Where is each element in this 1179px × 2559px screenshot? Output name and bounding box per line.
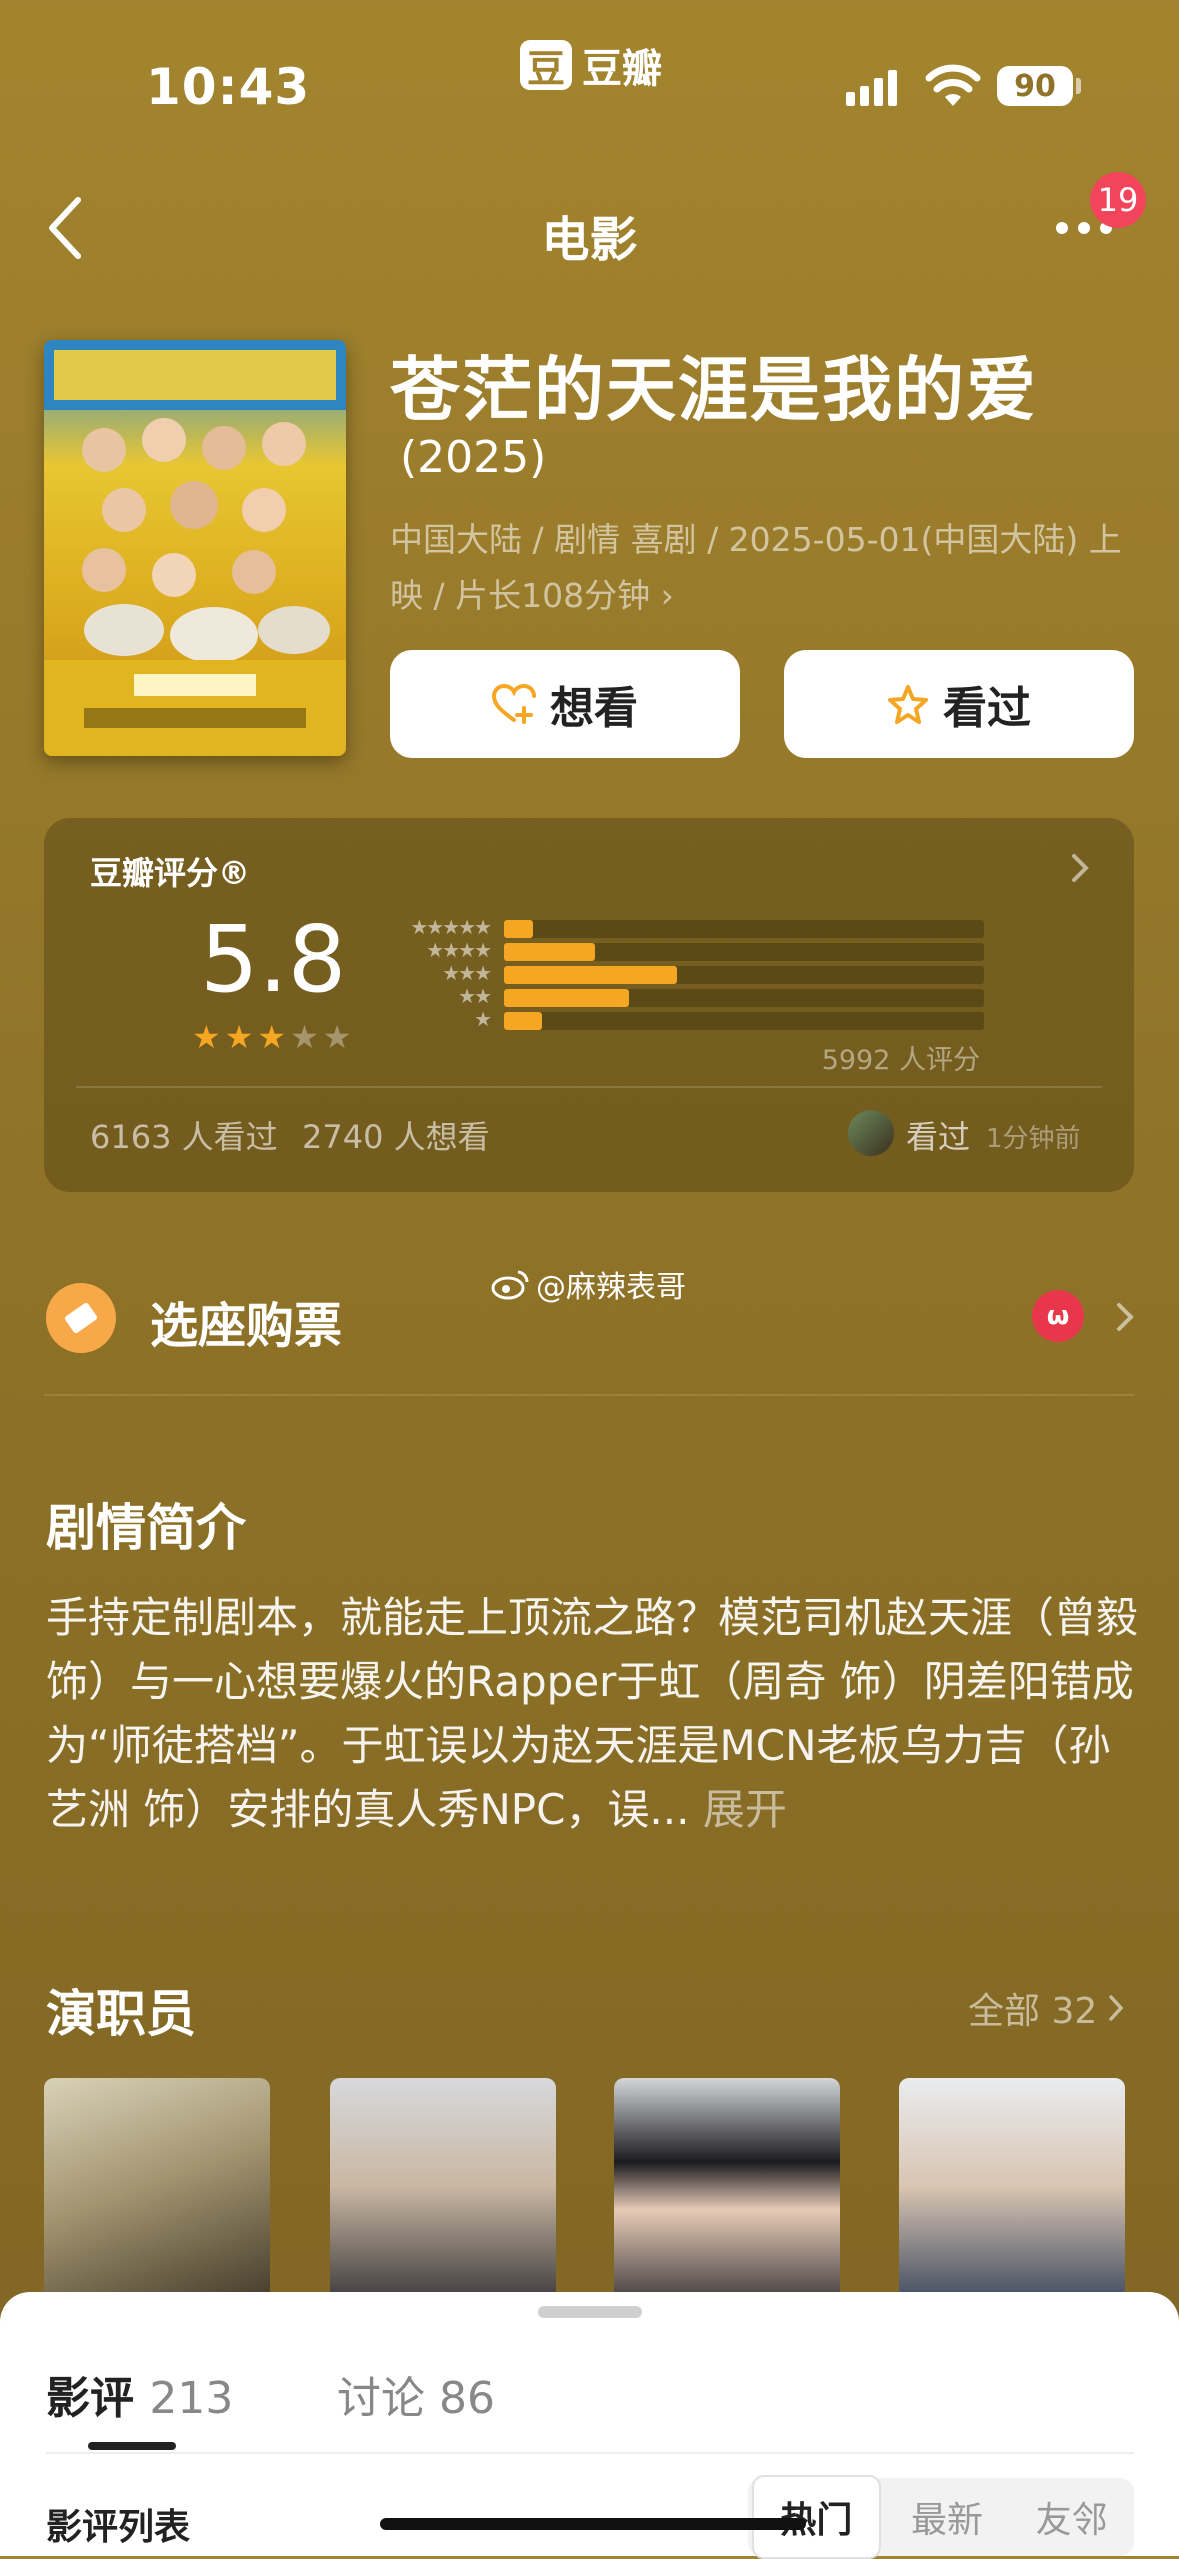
home-indicator [380,2518,806,2530]
rating-bar-fill [504,989,629,1007]
rating-label: 豆瓣评分® [90,854,251,892]
sort-segmented-control[interactable]: 热门 最新 友邻 [748,2475,1134,2559]
maoyan-cat-icon[interactable]: ω [1032,1290,1084,1342]
synopsis-text: 手持定制剧本，就能走上顶流之路？模范司机赵天涯（曾毅 饰）与一心想要爆火的Rap… [46,1586,1146,1842]
battery-icon: 90 [997,66,1073,106]
rating-bar-4 [504,943,984,961]
segment-friends[interactable]: 友邻 [1009,2491,1134,2543]
divider [76,1086,1102,1088]
rating-bar-1 [504,1012,984,1030]
rating-bar-fill [504,920,533,938]
movie-meta[interactable]: 中国大陆 / 剧情 喜剧 / 2025-05-01(中国大陆) 上映 / 片长1… [390,512,1140,624]
poster-art [44,340,346,756]
page-title: 电影 [541,212,638,268]
star-icon: ★ [224,1018,254,1056]
app-logo: 豆 豆瓣 [520,36,662,94]
status-time: 10:43 [146,58,311,116]
heart-plus-icon [492,684,536,724]
movie-year: (2025) [400,432,547,483]
segment-latest[interactable]: 最新 [885,2491,1010,2543]
cast-photo[interactable] [44,2078,270,2318]
watched-label: 看过 [943,683,1031,734]
star-icon: ★ [257,1018,287,1056]
movie-title: 苍茫的天涯是我的爱 [390,349,1038,431]
weibo-watermark: @麻辣表哥 [490,1262,686,1306]
rating-bar-fill [504,1012,543,1030]
notification-badge[interactable]: 19 [1090,172,1146,228]
synopsis-title: 剧情简介 [46,1499,246,1557]
rating-stars: ★ ★ ★ ★ ★ [192,1018,351,1056]
divider [46,2452,1134,2454]
tab-reviews[interactable]: 影评 213 [46,2362,233,2426]
battery-tip [1076,78,1081,94]
star-icon: ★ [192,1018,221,1056]
star-icon: ★ [322,1018,352,1056]
distribution-star-labels: ★★★★★ ★★★★ ★★★ ★★ ★ [410,915,492,1031]
ticket-glyph [64,1302,98,1334]
activity-label: 看过 [906,1118,971,1156]
want-to-watch-label: 想看 [550,683,638,734]
cast-photo[interactable] [614,2078,840,2318]
weibo-icon [491,1270,529,1300]
wifi-icon [925,64,981,106]
review-list-label: 影评列表 [46,2507,191,2548]
cast-photo[interactable] [330,2078,556,2318]
chevron-right-icon [1109,1995,1124,2021]
sheet-grabber[interactable] [538,2306,642,2318]
app-logo-text: 豆瓣 [582,46,662,92]
buy-ticket-label[interactable]: 选座购票 [150,1286,342,1356]
rating-bar-3 [504,966,984,984]
rating-bar-5 [504,920,984,938]
tab-discussions[interactable]: 讨论 86 [337,2362,495,2426]
avatar[interactable] [848,1110,894,1156]
rating-bar-fill [504,966,677,984]
movie-poster[interactable] [44,340,346,756]
watched-button[interactable]: 看过 [784,650,1134,758]
rating-count: 5992 人评分 [821,1045,980,1076]
active-tab-indicator [88,2442,176,2450]
expand-link[interactable]: 展开 [703,1785,787,1834]
want-count[interactable]: 2740 人想看 [302,1112,490,1158]
signal-icon [846,70,897,106]
divider [44,1394,1134,1396]
rating-bar-fill [504,943,596,961]
rating-distribution [504,920,984,1035]
watermark-text: @麻辣表哥 [536,1270,686,1305]
star-icon: ★ [290,1018,319,1056]
ticket-icon[interactable] [46,1283,116,1353]
want-to-watch-button[interactable]: 想看 [390,650,740,758]
cast-photo[interactable] [899,2078,1125,2318]
rating-score: 5.8 [200,906,347,1013]
cast-title: 演职员 [46,1985,196,2043]
segment-hot[interactable]: 热门 [752,2475,881,2559]
tab-reviews-label: 影评 [46,2373,134,2424]
douban-logo-icon: 豆 [520,40,572,91]
star-outline-icon [888,685,928,724]
seen-count[interactable]: 6163 人看过 [90,1112,278,1158]
chevron-right-icon[interactable] [1114,1300,1136,1334]
cast-all-label: 全部 32 [968,1991,1098,2032]
rating-bar-2 [504,989,984,1007]
tab-reviews-count: 213 [149,2373,234,2424]
synopsis-body: 手持定制剧本，就能走上顶流之路？模范司机赵天涯（曾毅 饰）与一心想要爆火的Rap… [46,1593,1139,1834]
activity-time: 1分钟前 [986,1124,1081,1154]
chevron-right-icon[interactable] [1068,850,1092,886]
cast-all-link[interactable]: 全部 32 [968,1982,1125,2034]
